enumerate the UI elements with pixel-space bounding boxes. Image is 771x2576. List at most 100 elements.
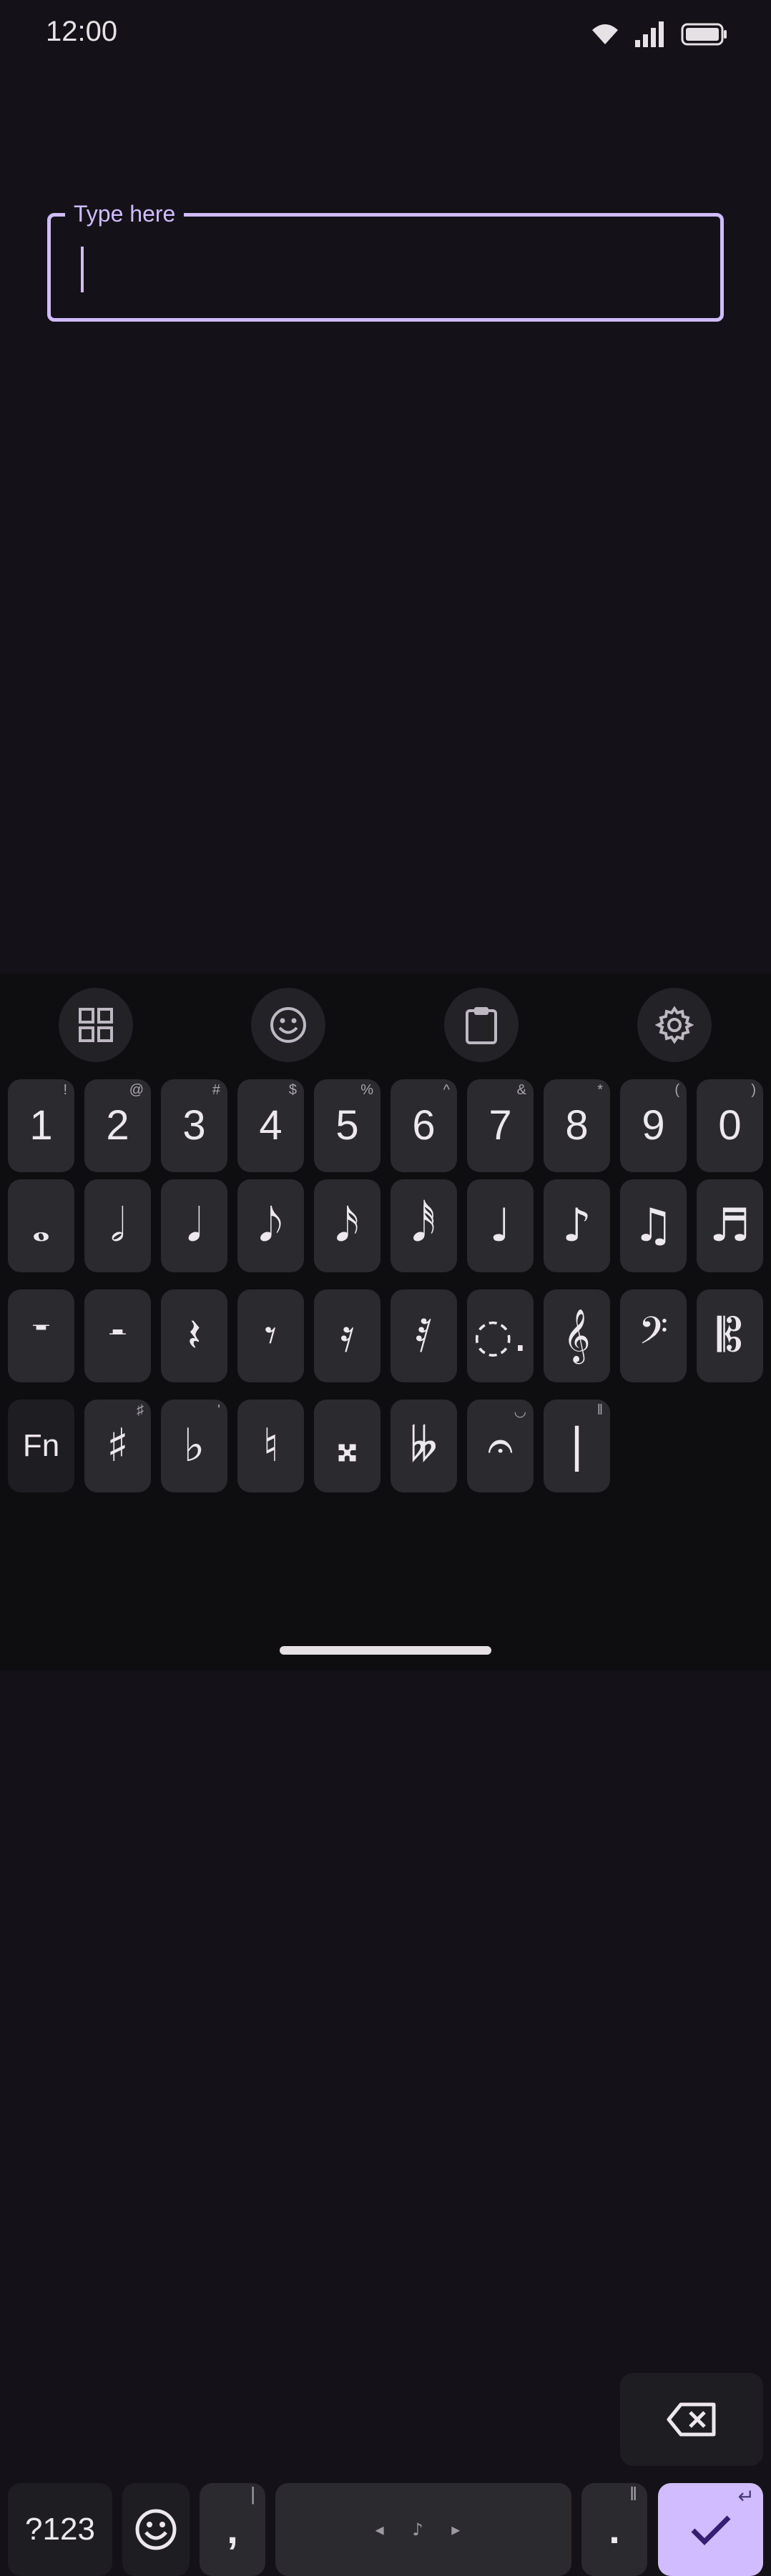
note-key-label: ♫ (632, 1199, 674, 1252)
rest-key-label: 𝅀 (415, 1309, 433, 1362)
note-key-4[interactable]: 𝅘𝅥𝅮 (237, 1179, 304, 1272)
note-key-6[interactable]: 𝅘𝅥𝅰 (391, 1179, 457, 1272)
number-key-label: 3 (182, 1102, 206, 1149)
rest-key-5[interactable]: 𝄿 (314, 1289, 380, 1382)
number-key-hint: @ (129, 1082, 144, 1098)
number-key-hint: # (212, 1082, 220, 1098)
accidental-key-hint: ♯ (137, 1402, 144, 1418)
note-key-label: ♩ (489, 1199, 511, 1252)
number-key-4[interactable]: $4 (237, 1079, 304, 1172)
rest-key-6[interactable]: 𝅀 (391, 1289, 457, 1382)
rest-key-2[interactable]: 𝄼 (84, 1289, 151, 1382)
number-key-5[interactable]: % 5 (314, 1079, 380, 1172)
note-key-label: 𝅘𝅥𝅰 (411, 1199, 436, 1252)
accidental-key-label: 𝄐 (487, 1420, 514, 1472)
accidental-key-label: Fn (22, 1428, 60, 1463)
note-key-5[interactable]: 𝅘𝅥𝅯 (314, 1179, 380, 1272)
number-key-label: 1 (29, 1102, 53, 1149)
note-key-label: ♪ (562, 1199, 591, 1252)
status-icons (591, 20, 728, 49)
note-key-1[interactable]: 𝅝 (8, 1179, 74, 1272)
text-caret (81, 247, 84, 292)
number-key-8[interactable]: * 8 (544, 1079, 610, 1172)
accidental-key-8[interactable]: ‖ | (544, 1400, 610, 1492)
backspace-key[interactable] (620, 2373, 763, 2466)
number-key-6[interactable]: ^ 6 (391, 1079, 457, 1172)
enter-key[interactable]: ↵ (658, 2483, 763, 2576)
symbols-key[interactable]: ?123 (8, 2483, 112, 2576)
number-key-label: 0 (718, 1102, 742, 1149)
accidental-key-5[interactable]: 𝄪 (314, 1400, 380, 1492)
text-input-field[interactable]: Type here (47, 199, 724, 322)
number-key-1[interactable]: ! 1 (8, 1079, 74, 1172)
number-key-7[interactable]: & 7 (467, 1079, 534, 1172)
note-key-7[interactable]: ♩ (467, 1179, 534, 1272)
note-key-label: 𝅘𝅥𝅯 (335, 1199, 360, 1252)
clipboard-button[interactable] (444, 988, 519, 1062)
accidental-key-label: | (569, 1420, 585, 1472)
note-key-8[interactable]: ♪ (544, 1179, 610, 1272)
apps-grid-button[interactable] (59, 988, 133, 1062)
number-key-9[interactable]: (9 (620, 1079, 687, 1172)
rest-key-3[interactable]: 𝄽 (161, 1289, 227, 1382)
rest-key-9[interactable]: 𝄢 (620, 1289, 687, 1382)
status-bar: 12:00 (0, 0, 771, 71)
rest-key-label: 𝄽 (187, 1309, 202, 1362)
accidental-key-1[interactable]: Fn (8, 1400, 74, 1492)
number-key-label: 5 (335, 1102, 359, 1149)
emoji-icon (270, 1007, 306, 1043)
note-key-label: ♬ (709, 1199, 751, 1252)
text-field-label: Type here (65, 199, 185, 228)
rest-key-7[interactable]: ◌. (467, 1289, 534, 1382)
number-key-hint: * (597, 1082, 603, 1098)
home-indicator[interactable] (280, 1646, 491, 1655)
number-key-3[interactable]: #3 (161, 1079, 227, 1172)
rest-key-label: 𝄻 (32, 1309, 50, 1362)
accidental-key-2[interactable]: ♯ ♯ (84, 1400, 151, 1492)
note-key-label: 𝅘𝅥 (187, 1199, 202, 1252)
number-key-hint: ) (751, 1082, 756, 1098)
enter-key-hint: ↵ (737, 2485, 755, 2507)
period-key[interactable]: ‖ . (581, 2483, 647, 2576)
rest-key-1[interactable]: 𝄻 (8, 1289, 74, 1382)
rest-key-10[interactable]: 𝄡 (697, 1289, 763, 1382)
note-key-10[interactable]: ♬ (697, 1179, 763, 1272)
number-key-hint: ^ (443, 1082, 450, 1098)
rest-key-8[interactable]: 𝄞 (544, 1289, 610, 1382)
number-key-label: 6 (412, 1102, 436, 1149)
clipboard-icon (466, 1007, 497, 1044)
note-key-label: 𝅝 (31, 1199, 51, 1252)
note-key-9[interactable]: ♫ (620, 1179, 687, 1272)
rest-key-4[interactable]: 𝄾 (237, 1289, 304, 1382)
rest-key-label: 𝄡 (717, 1309, 743, 1362)
rest-key-label: 𝄾 (264, 1309, 278, 1362)
accidental-key-label: 𝄫 (410, 1420, 438, 1472)
checkmark-icon (691, 2515, 730, 2545)
battery-icon (681, 23, 727, 46)
comma-key-hint: | (250, 2483, 255, 2505)
number-key-label: 8 (565, 1102, 589, 1149)
number-key-label: 2 (106, 1102, 129, 1149)
number-key-2[interactable]: @2 (84, 1079, 151, 1172)
rest-key-label: 𝄢 (638, 1309, 669, 1362)
status-time: 12:00 (46, 16, 118, 47)
music-keyboard: ! 1 @2 #3 $4% 5 ^ 6 & 7 * 8(9) 0 𝅝 𝅗𝅥 𝅘𝅥 𝅘𝅥𝅮 𝅘𝅥𝅯 𝅘𝅥𝅰 ♩ ♪ ♫ ♬ … (0, 974, 771, 2576)
accidental-key-label: ♮ (262, 1420, 279, 1472)
settings-button[interactable] (637, 988, 712, 1062)
symbols-key-label: ?123 (25, 2512, 95, 2547)
number-key-label: 4 (259, 1102, 283, 1149)
emoji-key[interactable] (122, 2483, 190, 2576)
accidental-key-4[interactable]: ♮ (237, 1400, 304, 1492)
accidental-key-6[interactable]: 𝄫 (391, 1400, 457, 1492)
comma-key[interactable]: | , (200, 2483, 265, 2576)
accidental-key-3[interactable]: ' ♭ (161, 1400, 227, 1492)
accidental-key-7[interactable]: ◡ 𝄐 (467, 1400, 534, 1492)
number-key-hint: % (360, 1082, 373, 1098)
space-key[interactable]: ◂ ♪ ▸ (275, 2483, 571, 2576)
note-key-3[interactable]: 𝅘𝅥 (161, 1179, 227, 1272)
emoji-button[interactable] (251, 988, 325, 1062)
note-key-2[interactable]: 𝅗𝅥 (84, 1179, 151, 1272)
wifi-icon (592, 24, 618, 44)
number-key-hint: ( (674, 1082, 679, 1098)
number-key-10[interactable]: ) 0 (697, 1079, 763, 1172)
